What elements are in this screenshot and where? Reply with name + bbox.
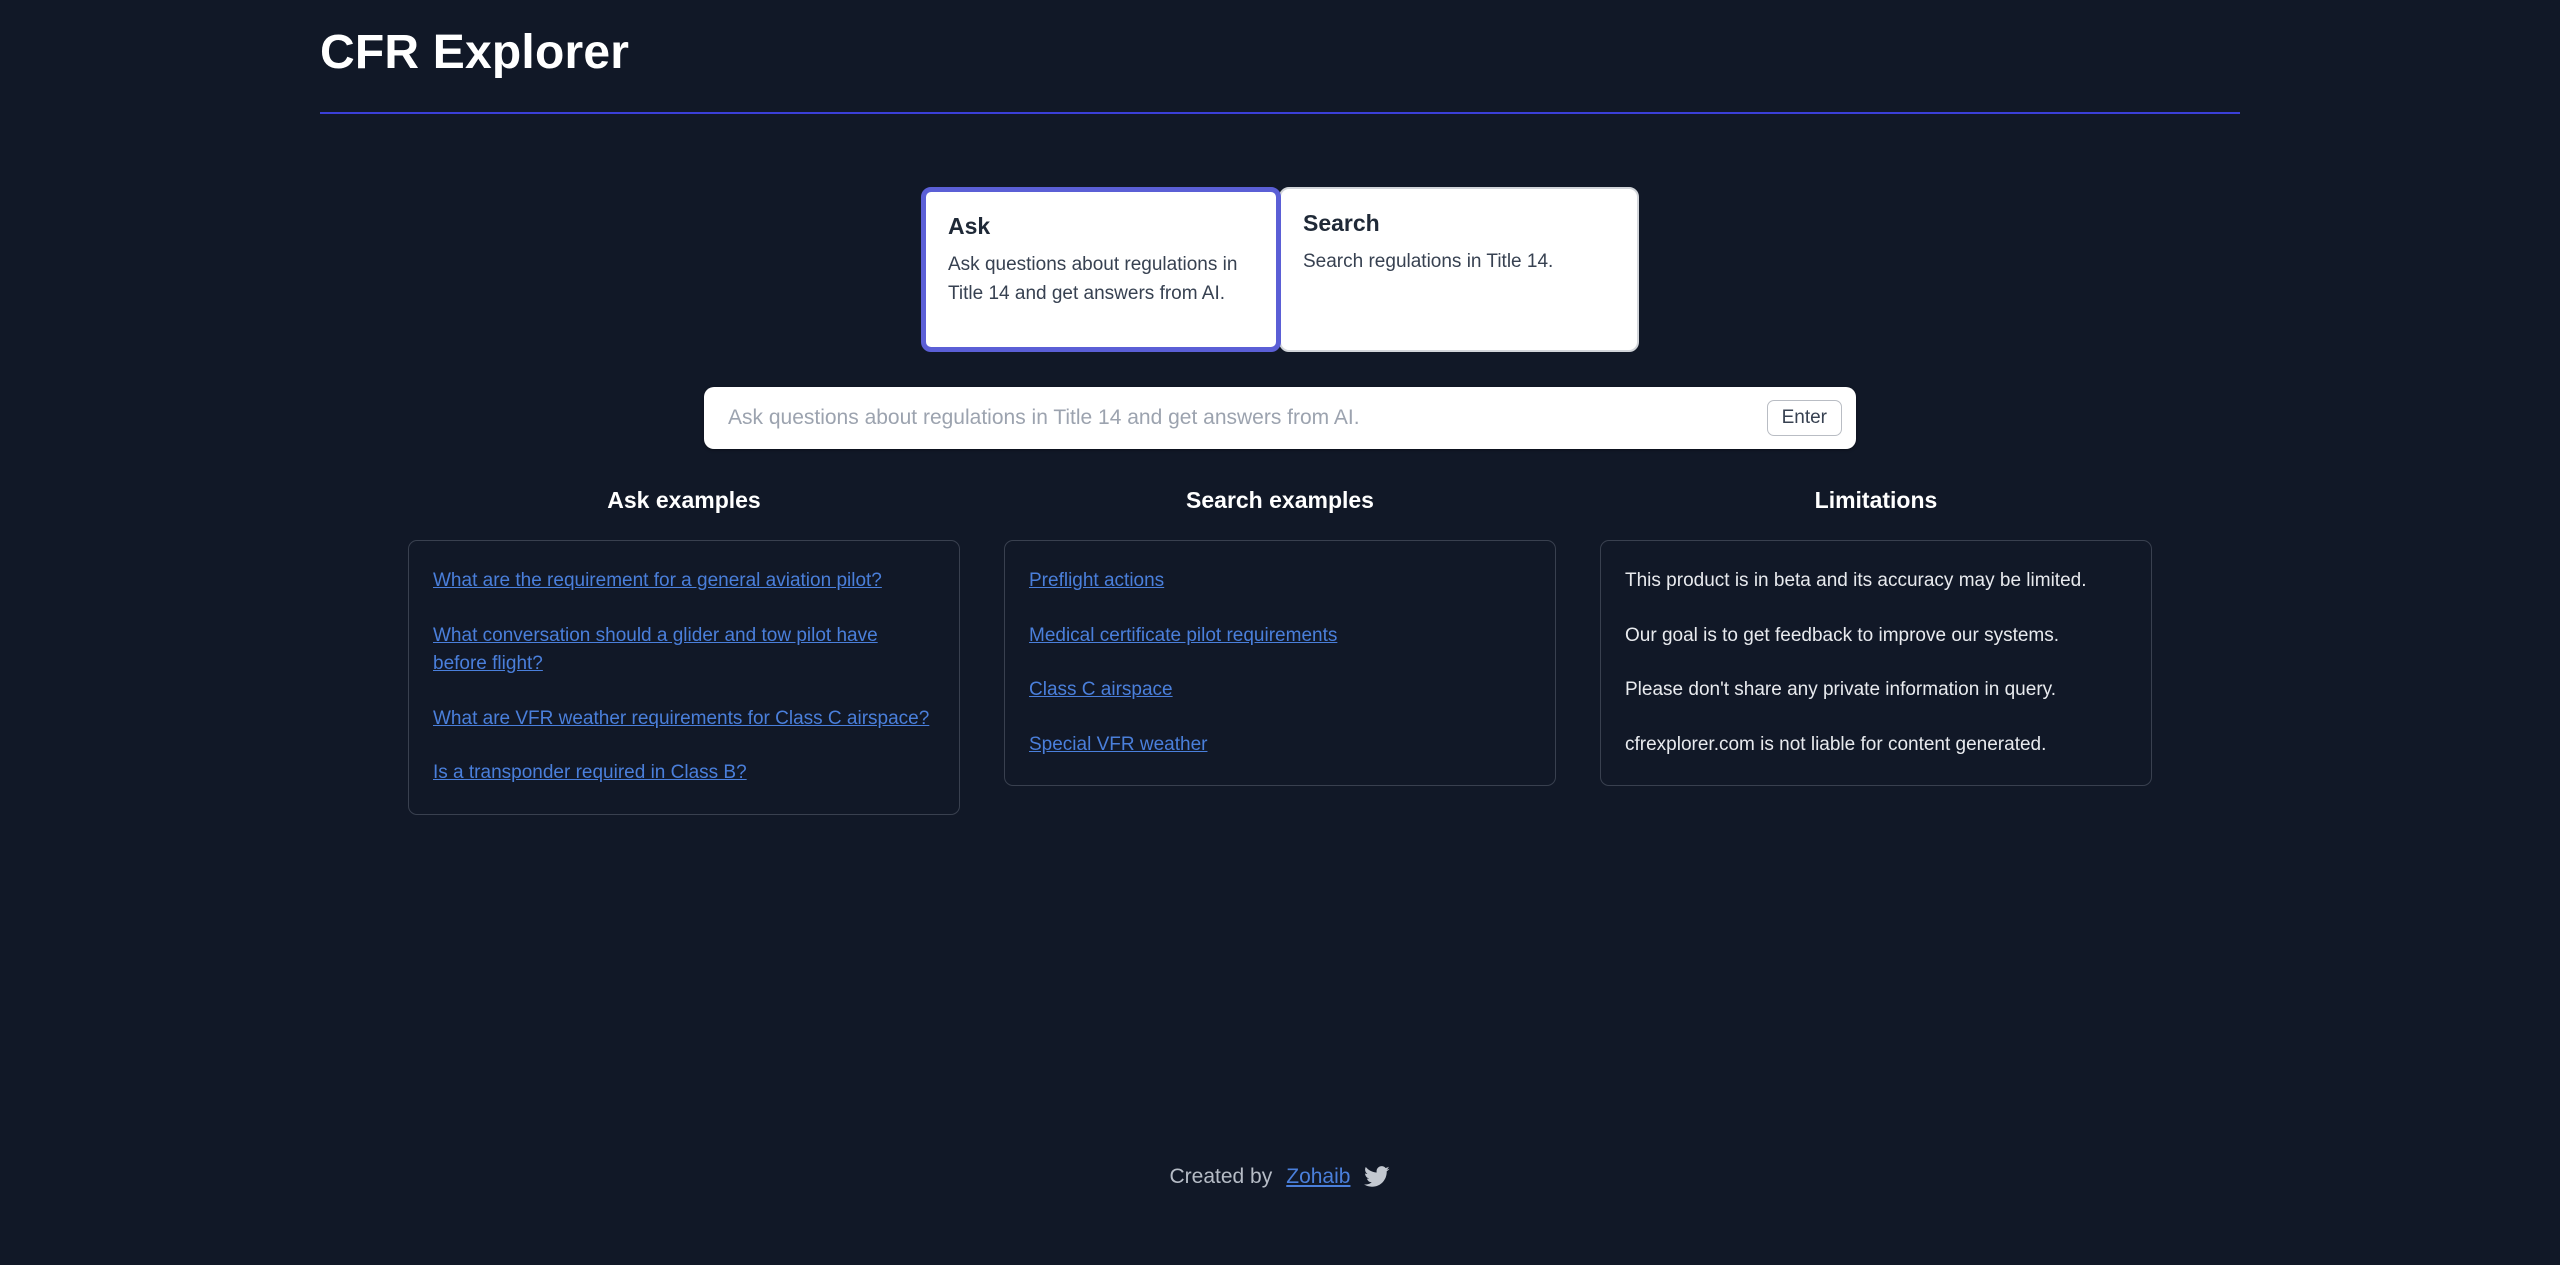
search-example-link[interactable]: Preflight actions [1029, 567, 1531, 596]
column-ask-examples: Ask examples What are the requirement fo… [400, 487, 968, 815]
column-limitations: Limitations This product is in beta and … [1592, 487, 2160, 786]
info-columns: Ask examples What are the requirement fo… [400, 487, 2160, 815]
tab-search-description: Search regulations in Title 14. [1303, 250, 1554, 272]
ask-example-link[interactable]: What conversation should a glider and to… [433, 622, 935, 679]
search-example-link[interactable]: Medical certificate pilot requirements [1029, 622, 1531, 651]
page-header: CFR Explorer [320, 24, 2240, 114]
limitation-text: Our goal is to get feedback to improve o… [1625, 624, 2060, 646]
app-root: CFR Explorer Ask Ask questions about reg… [0, 0, 2560, 1265]
tab-search[interactable]: Search Search regulations in Title 14. [1279, 187, 1639, 352]
footer: Created by Zohaib [0, 1165, 2560, 1189]
ask-examples-heading: Ask examples [607, 487, 761, 513]
tab-ask[interactable]: Ask Ask questions about regulations in T… [921, 187, 1281, 352]
search-example-link[interactable]: Class C airspace [1029, 676, 1531, 705]
footer-prefix: Created by [1169, 1165, 1273, 1188]
ask-example-link[interactable]: What are the requirement for a general a… [433, 567, 935, 596]
tab-ask-label: Ask [948, 213, 991, 239]
search-examples-heading: Search examples [1186, 487, 1374, 513]
limitation-text: Please don't share any private informati… [1625, 679, 2057, 700]
twitter-icon[interactable] [1364, 1166, 1391, 1188]
tab-search-label: Search [1303, 210, 1380, 236]
limitations-panel: This product is in beta and its accuracy… [1600, 540, 2152, 786]
search-example-link[interactable]: Special VFR weather [1029, 731, 1531, 760]
ask-example-link[interactable]: What are VFR weather requirements for Cl… [433, 705, 935, 734]
footer-author-link[interactable]: Zohaib [1286, 1165, 1350, 1189]
query-input[interactable] [728, 387, 1767, 449]
column-search-examples: Search examples Preflight actions Medica… [996, 487, 1564, 786]
ask-examples-panel: What are the requirement for a general a… [408, 540, 960, 815]
limitation-text: cfrexplorer.com is not liable for conten… [1625, 733, 2047, 755]
page-title: CFR Explorer [320, 26, 630, 79]
limitations-heading: Limitations [1814, 487, 1938, 513]
ask-example-link[interactable]: Is a transponder required in Class B? [433, 759, 935, 788]
query-bar: Enter [704, 387, 1856, 449]
tab-ask-description: Ask questions about regulations in Title… [948, 253, 1238, 305]
mode-tabs: Ask Ask questions about regulations in T… [921, 187, 1639, 352]
search-examples-panel: Preflight actions Medical certificate pi… [1004, 540, 1556, 786]
limitation-text: This product is in beta and its accuracy… [1625, 570, 2087, 591]
header-divider [320, 111, 2240, 114]
enter-button[interactable]: Enter [1766, 400, 1842, 436]
